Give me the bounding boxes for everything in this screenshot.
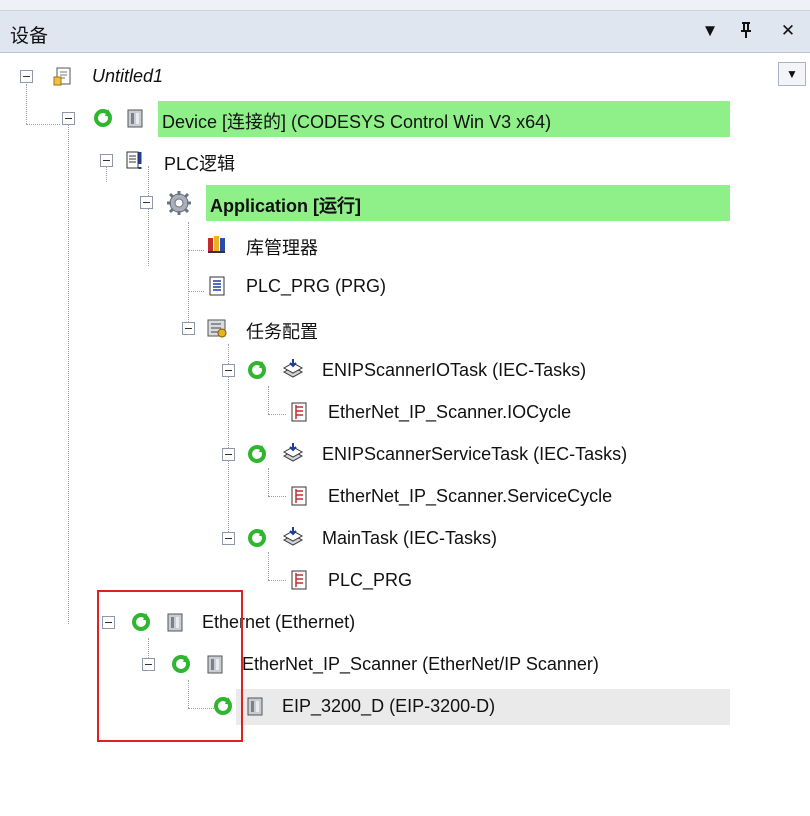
scanner-label: EtherNet_IP_Scanner (EtherNet/IP Scanner… — [242, 654, 599, 674]
project-name: Untitled1 — [92, 66, 164, 86]
device-label: Device [连接的] (CODESYS Control Win V3 x64… — [162, 112, 552, 132]
tree-node-task-call[interactable]: EtherNet_IP_Scanner.IOCycle — [0, 396, 700, 430]
pin-icon — [741, 22, 751, 38]
plc-logic-icon — [126, 151, 142, 169]
running-status-icon — [248, 361, 266, 379]
tree-node-task-config[interactable]: 任务配置 — [0, 312, 400, 346]
running-status-icon — [172, 655, 190, 673]
pin-button[interactable] — [736, 21, 756, 44]
adapter-label: EIP_3200_D (EIP-3200-D) — [282, 696, 496, 716]
tree-node-library-manager[interactable]: 库管理器 — [0, 228, 400, 262]
tree-node-application[interactable]: Application [运行] — [0, 186, 730, 220]
tree-node-task-call[interactable]: PLC_PRG — [0, 564, 700, 598]
top-border — [0, 0, 810, 11]
task-label: MainTask (IEC-Tasks) — [322, 528, 498, 548]
tree-node-task[interactable]: ENIPScannerIOTask (IEC-Tasks) — [0, 354, 700, 388]
collapse-toggle[interactable] — [222, 448, 235, 461]
connected-status-icon — [94, 109, 112, 127]
task-call-label: PLC_PRG — [328, 570, 413, 590]
panel-header: 设备 ▼ ✕ — [0, 11, 810, 53]
collapse-toggle[interactable] — [222, 532, 235, 545]
collapse-toggle[interactable] — [140, 196, 153, 209]
program-icon — [209, 276, 225, 296]
running-status-icon — [214, 697, 232, 715]
task-label: ENIPScannerIOTask (IEC-Tasks) — [322, 360, 587, 380]
task-label: ENIPScannerServiceTask (IEC-Tasks) — [322, 444, 628, 464]
tree-node-task[interactable]: MainTask (IEC-Tasks) — [0, 522, 700, 556]
project-icon — [53, 67, 71, 86]
tree-node-adapter[interactable]: EIP_3200_D (EIP-3200-D) — [0, 690, 730, 724]
tree-node-ethernet[interactable]: Ethernet (Ethernet) — [0, 606, 700, 640]
task-stack-icon — [282, 527, 304, 546]
adapter-device-icon — [247, 697, 263, 716]
collapse-toggle[interactable] — [100, 154, 113, 167]
tree-node-task-call[interactable]: EtherNet_IP_Scanner.ServiceCycle — [0, 480, 700, 514]
gear-icon — [167, 191, 191, 215]
plc-logic-label: PLC逻辑 — [164, 154, 236, 174]
running-status-icon — [248, 445, 266, 463]
task-stack-icon — [282, 443, 304, 462]
device-tree: Untitled1 Device [连接的] (CODESYS Control … — [0, 54, 810, 754]
device-icon — [127, 109, 143, 128]
tree-node-device[interactable]: Device [连接的] (CODESYS Control Win V3 x64… — [0, 102, 730, 136]
plc-prg-label: PLC_PRG (PRG) — [246, 276, 387, 296]
tree-node-scanner[interactable]: EtherNet_IP_Scanner (EtherNet/IP Scanner… — [0, 648, 700, 682]
task-stack-icon — [282, 359, 304, 378]
ethernet-device-icon — [167, 613, 183, 632]
collapse-toggle[interactable] — [102, 616, 115, 629]
collapse-toggle[interactable] — [182, 322, 195, 335]
collapse-toggle[interactable] — [222, 364, 235, 377]
running-status-icon — [248, 529, 266, 547]
task-config-label: 任务配置 — [246, 322, 318, 342]
collapse-toggle[interactable] — [142, 658, 155, 671]
ethernet-label: Ethernet (Ethernet) — [202, 612, 356, 632]
pou-call-icon — [291, 402, 307, 422]
tree-node-project[interactable]: Untitled1 — [0, 60, 400, 94]
application-label: Application [运行] — [210, 196, 361, 216]
task-config-icon — [207, 319, 227, 338]
library-icon — [208, 236, 225, 253]
library-manager-label: 库管理器 — [246, 238, 318, 258]
task-call-label: EtherNet_IP_Scanner.IOCycle — [328, 402, 572, 422]
running-status-icon — [132, 613, 150, 631]
panel-title: 设备 — [10, 26, 49, 47]
tree-node-task[interactable]: ENIPScannerServiceTask (IEC-Tasks) — [0, 438, 700, 472]
tree-node-plc-logic[interactable]: PLC逻辑 — [0, 144, 400, 178]
pou-call-icon — [291, 486, 307, 506]
collapse-toggle[interactable] — [62, 112, 75, 125]
pou-call-icon — [291, 570, 307, 590]
collapse-toggle[interactable] — [20, 70, 33, 83]
tree-node-plc-prg[interactable]: PLC_PRG (PRG) — [0, 270, 400, 304]
scanner-device-icon — [207, 655, 223, 674]
task-call-label: EtherNet_IP_Scanner.ServiceCycle — [328, 486, 613, 506]
close-button[interactable]: ✕ — [778, 21, 798, 41]
panel-menu-button[interactable]: ▼ — [700, 21, 720, 41]
